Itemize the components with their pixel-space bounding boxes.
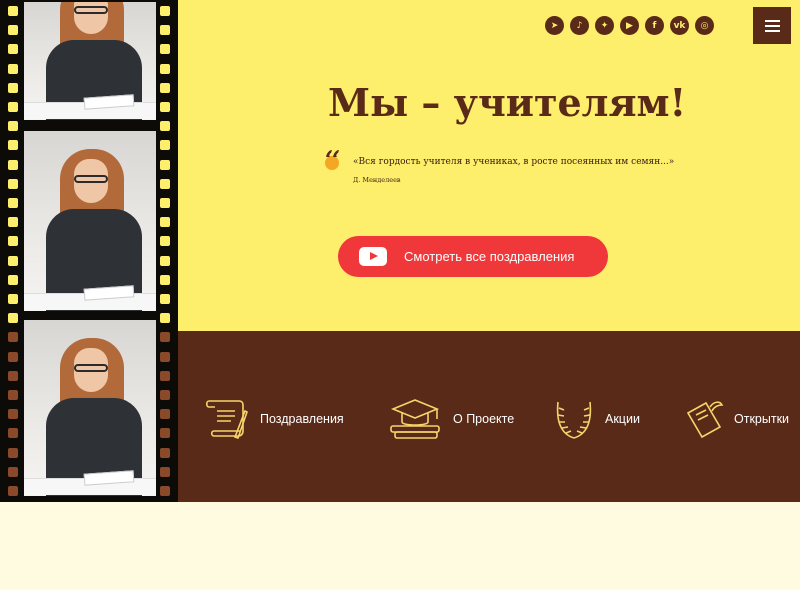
film-perforation: [8, 332, 18, 343]
film-perforation: [160, 486, 170, 496]
film-perforation: [160, 217, 170, 228]
film-perforation: [160, 63, 170, 74]
film-perforation: [160, 178, 170, 189]
telegram-icon[interactable]: ➤: [545, 16, 564, 35]
film-perforation: [8, 178, 18, 189]
film-perforation: [8, 25, 18, 36]
film-perforation: [160, 313, 170, 324]
facebook-icon[interactable]: f: [645, 16, 664, 35]
film-perforation: [160, 159, 170, 170]
film-perforation: [8, 6, 18, 16]
film-perforation: [160, 25, 170, 36]
film-perforation: [8, 63, 18, 74]
film-perforation: [160, 294, 170, 304]
vk-icon[interactable]: vk: [670, 16, 689, 35]
film-perforation: [160, 274, 170, 285]
watch-all-greetings-button[interactable]: Смотреть все поздравления: [338, 236, 608, 277]
dzen-icon[interactable]: ✦: [595, 16, 614, 35]
film-perforation: [160, 121, 170, 132]
nav-label-postcards: Открытки: [734, 412, 790, 426]
nav-label-greetings: Поздравления: [260, 412, 344, 426]
instagram-icon[interactable]: ◎: [695, 16, 714, 35]
film-strip-gallery: [0, 0, 178, 502]
nav-label-about: О Проекте: [453, 412, 515, 426]
film-perforation: [8, 198, 18, 208]
film-perforation: [8, 217, 18, 228]
menu-button[interactable]: [753, 7, 791, 44]
film-perforation: [160, 236, 170, 247]
film-perforation: [160, 82, 170, 93]
page-bottom: [0, 502, 800, 590]
postcard-icon: [686, 401, 724, 439]
film-perforation: [160, 255, 170, 266]
film-perforation: [8, 140, 18, 151]
film-perforation: [160, 351, 170, 362]
film-perforation: [8, 82, 18, 93]
film-perforation: [160, 466, 170, 477]
page-title: Мы – учителям!: [328, 80, 687, 125]
nav-item-greetings[interactable]: Поздравления: [205, 395, 344, 443]
tiktok-icon[interactable]: ♪: [570, 16, 589, 35]
hamburger-icon: [764, 19, 780, 22]
film-perforation: [160, 198, 170, 208]
film-perforation: [160, 447, 170, 458]
scroll-quill-icon: [205, 400, 248, 440]
film-perforation: [8, 409, 18, 420]
teacher-photo: [24, 320, 156, 496]
film-perforation: [8, 351, 18, 362]
laurel-wreath-icon: [556, 401, 592, 439]
film-perforation: [8, 236, 18, 247]
film-perforation: [8, 390, 18, 400]
film-perforation: [160, 428, 170, 439]
film-perforation: [8, 255, 18, 266]
film-perforation: [160, 102, 170, 112]
nav-item-promos[interactable]: Акции: [553, 395, 640, 443]
film-perforation: [8, 294, 18, 304]
quote-icon: [325, 150, 339, 170]
film-perforation: [8, 313, 18, 324]
nav-label-promos: Акции: [605, 412, 640, 426]
film-perforation: [8, 486, 18, 496]
film-perforation: [8, 44, 18, 55]
nav-item-postcards[interactable]: Открытки: [684, 395, 789, 443]
teacher-photo: [24, 131, 156, 311]
quote-text: «Вся гордость учителя в учениках, в рост…: [353, 157, 675, 167]
film-perforation: [8, 370, 18, 381]
film-perforation: [160, 44, 170, 55]
film-perforation: [8, 428, 18, 439]
film-perforation: [8, 159, 18, 170]
film-perforation: [160, 6, 170, 16]
graduation-cap-books-icon: [390, 399, 440, 439]
youtube-icon: [359, 247, 387, 266]
film-perforation: [8, 274, 18, 285]
watch-button-label: Смотреть все поздравления: [404, 249, 575, 264]
film-perforation: [160, 140, 170, 151]
youtube-icon[interactable]: ▶: [620, 16, 639, 35]
teacher-photo: [24, 2, 156, 120]
quote-author: Д. Менделеев: [353, 176, 401, 184]
film-perforation: [8, 121, 18, 132]
film-perforation: [8, 447, 18, 458]
nav-item-about[interactable]: О Проекте: [387, 395, 514, 443]
social-links: ➤ ♪ ✦ ▶ f vk ◎: [545, 16, 714, 35]
film-perforation: [160, 370, 170, 381]
film-perforation: [8, 102, 18, 112]
film-perforation: [160, 390, 170, 400]
film-perforation: [8, 466, 18, 477]
film-perforation: [160, 409, 170, 420]
film-perforation: [160, 332, 170, 343]
